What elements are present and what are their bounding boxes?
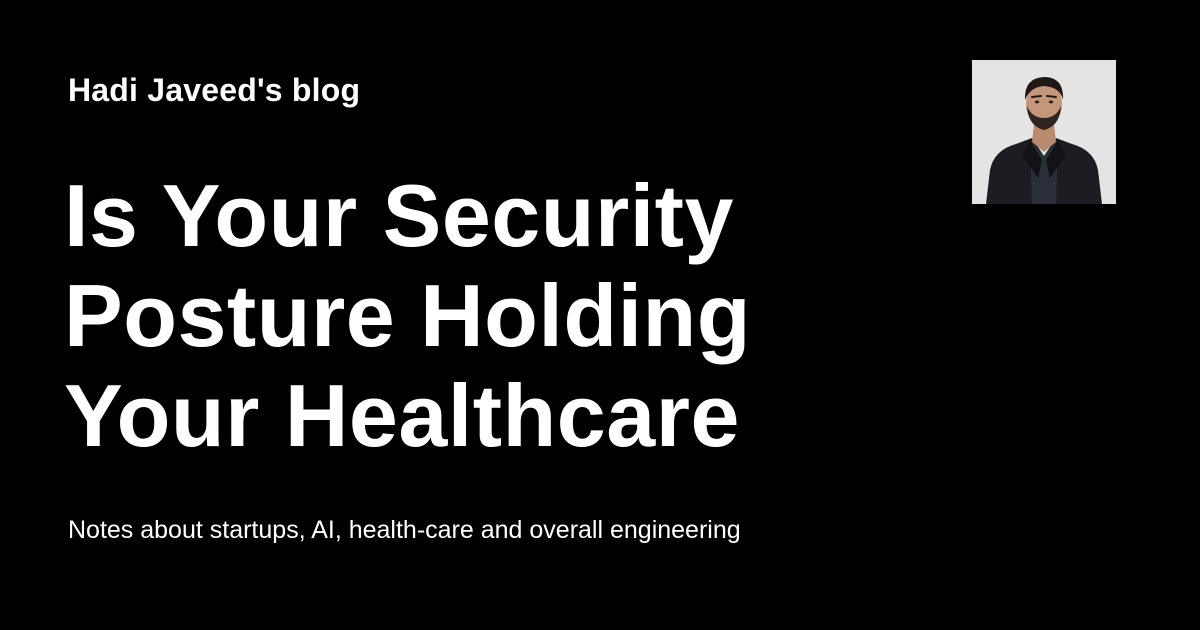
blog-tagline: Notes about startups, AI, health-care an… [68, 516, 741, 544]
post-title: Is Your Security Posture Holding Your He… [64, 166, 884, 466]
author-avatar [972, 60, 1116, 204]
person-portrait-icon [972, 60, 1116, 204]
blog-name: Hadi Javeed's blog [68, 72, 361, 108]
post-title-line: Posture Holding [64, 266, 752, 365]
post-title-line: Your Healthcare [64, 366, 740, 465]
post-title-line: Is Your Security [64, 166, 734, 265]
